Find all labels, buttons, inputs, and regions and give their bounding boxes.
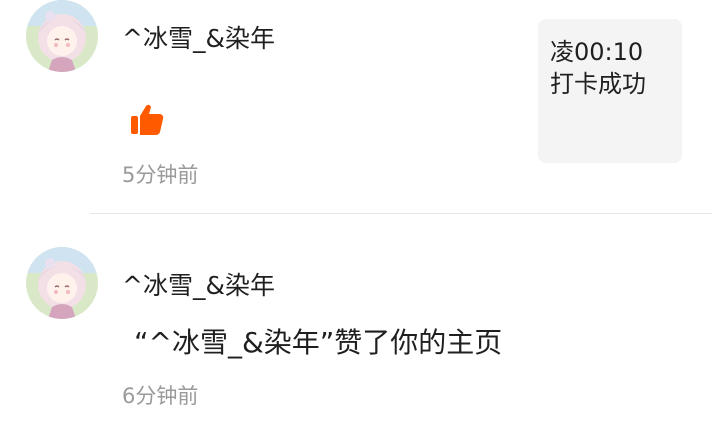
- timestamp: 6分钟前: [122, 384, 199, 408]
- notification-list: ^冰雪_&染年 5分钟前 凌00:10 打卡成功 ^冰雪_&染年 “^冰雪_&染…: [0, 0, 712, 429]
- username[interactable]: ^冰雪_&染年: [122, 24, 275, 54]
- notification-message: “^冰雪_&染年”赞了你的主页: [134, 326, 503, 359]
- preview-text-line: 凌00:10: [550, 38, 644, 66]
- divider: [90, 213, 712, 214]
- avatar-image: [26, 0, 98, 72]
- preview-text-line: 打卡成功: [550, 70, 646, 98]
- username[interactable]: ^冰雪_&染年: [122, 271, 275, 301]
- avatar-image: [26, 247, 98, 319]
- thumbs-up-icon: [129, 102, 165, 138]
- avatar[interactable]: [26, 0, 98, 72]
- notification-item[interactable]: ^冰雪_&染年 “^冰雪_&染年”赞了你的主页 6分钟前: [0, 215, 712, 429]
- notification-item[interactable]: ^冰雪_&染年 5分钟前 凌00:10 打卡成功: [0, 0, 712, 214]
- post-preview-card[interactable]: 凌00:10 打卡成功: [538, 19, 682, 163]
- timestamp: 5分钟前: [122, 163, 199, 187]
- avatar[interactable]: [26, 247, 98, 319]
